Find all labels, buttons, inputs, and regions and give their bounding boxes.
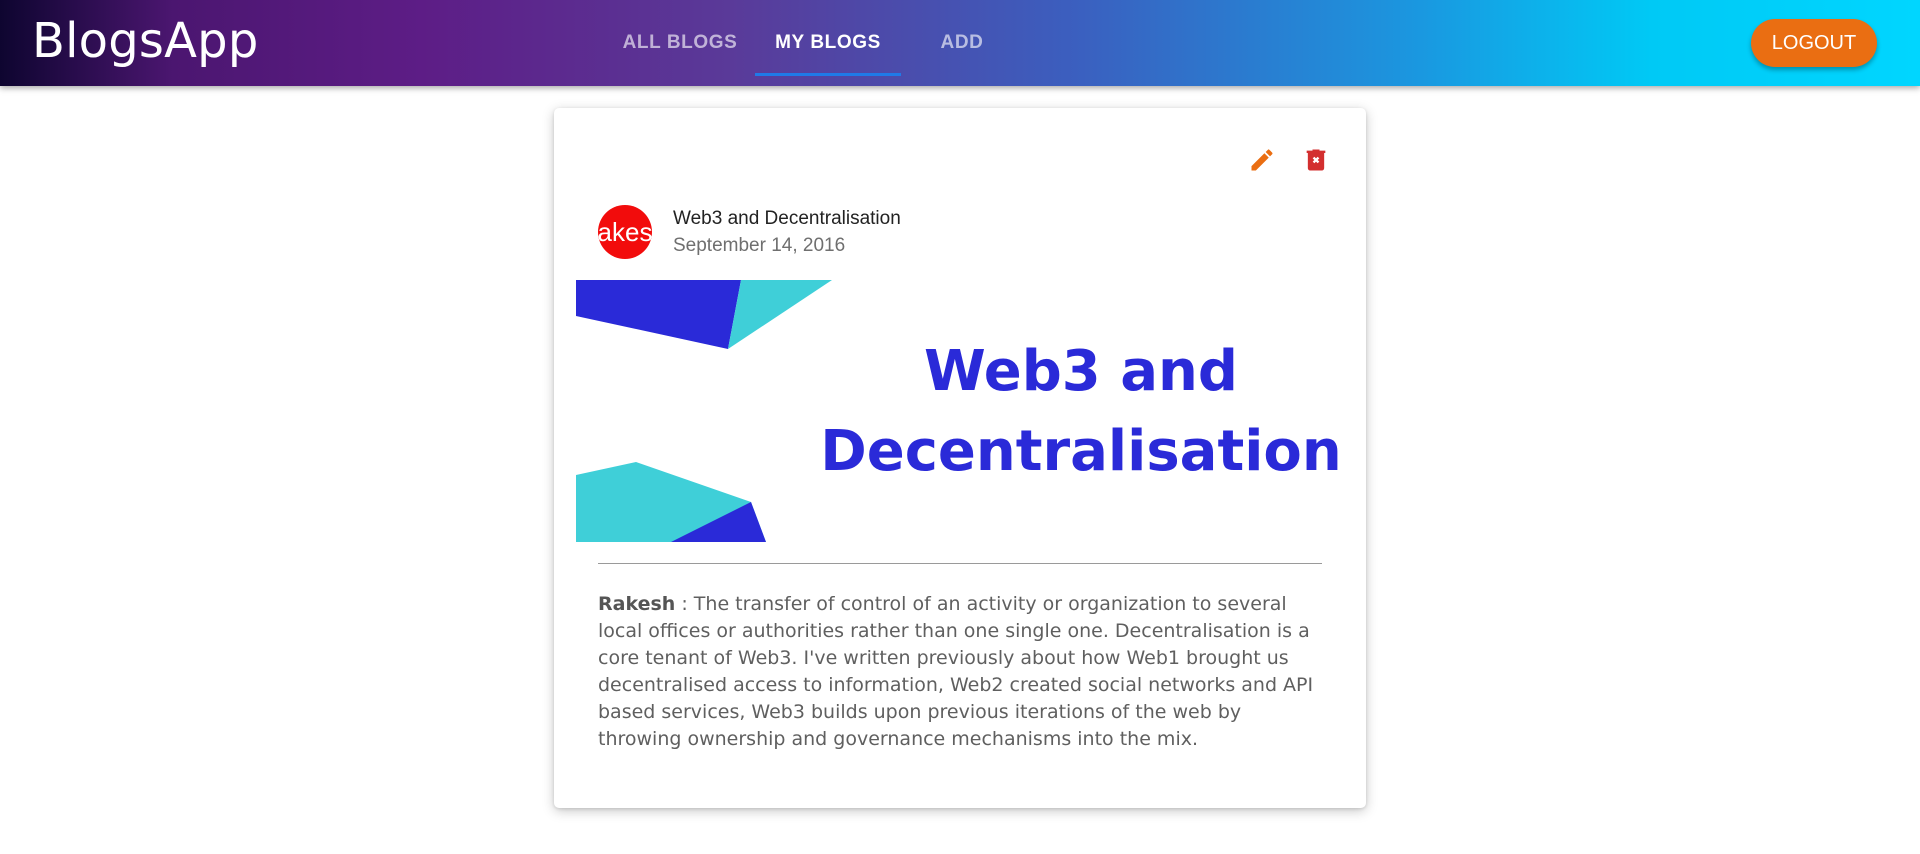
banner-heading-line2: Decentralisation [820, 419, 1342, 484]
post-content: Rakesh : The transfer of control of an a… [598, 591, 1328, 753]
app-bar: BlogsApp ALL BLOGS MY BLOGS ADD LOGOUT [0, 0, 1920, 86]
banner-heading: Web3 and Decentralisation [811, 332, 1344, 492]
banner-heading-line1: Web3 and [923, 339, 1239, 404]
post-title: Web3 and Decentralisation [673, 208, 901, 229]
content-divider [598, 563, 1322, 564]
tab-all-blogs[interactable]: ALL BLOGS [610, 0, 750, 86]
avatar-initials: akes [598, 216, 652, 247]
pencil-icon [1251, 149, 1273, 171]
active-tab-indicator [755, 73, 901, 76]
trash-x-icon [1306, 149, 1326, 171]
logout-button[interactable]: LOGOUT [1751, 19, 1877, 67]
post-description: The transfer of control of an activity o… [598, 593, 1314, 750]
author-separator: : [675, 593, 694, 615]
post-banner-image: Web3 and Decentralisation [576, 280, 1344, 542]
tab-add[interactable]: ADD [916, 0, 1008, 86]
post-author: Rakesh [598, 593, 676, 615]
post-date: September 14, 2016 [673, 235, 846, 256]
app-title: BlogsApp [32, 13, 259, 69]
delete-button[interactable] [1296, 140, 1336, 180]
edit-button[interactable] [1242, 140, 1282, 180]
blog-card: akes Web3 and Decentralisation September… [554, 108, 1366, 808]
author-avatar: akes [598, 205, 652, 259]
